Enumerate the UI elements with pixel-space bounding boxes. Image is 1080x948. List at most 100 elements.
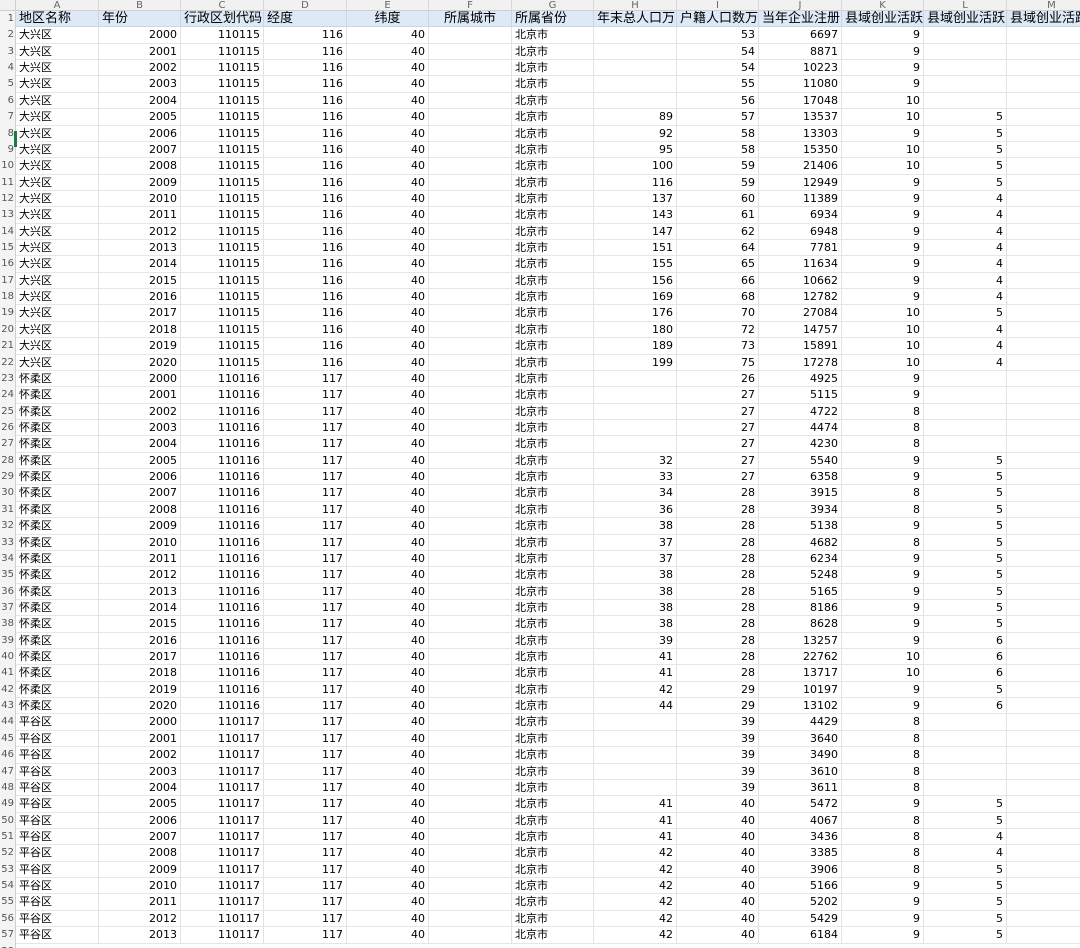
cell[interactable]: 117 — [264, 681, 347, 699]
cell[interactable] — [1007, 600, 1080, 617]
cell[interactable]: 110117 — [181, 927, 264, 944]
cell[interactable]: 27 — [677, 403, 759, 420]
cell[interactable]: 12782 — [759, 289, 842, 306]
row-header[interactable]: 35 — [0, 567, 16, 584]
cell[interactable]: 180 — [594, 321, 677, 339]
cell[interactable]: 北京市 — [512, 469, 594, 486]
cell[interactable] — [429, 272, 512, 290]
cell[interactable]: 9 — [842, 567, 924, 584]
cell[interactable]: 110117 — [181, 779, 264, 797]
cell[interactable]: 怀柔区 — [16, 550, 99, 568]
cell[interactable]: 大兴区 — [16, 60, 99, 77]
cell[interactable]: 110116 — [181, 681, 264, 699]
cell[interactable]: 116 — [264, 158, 347, 175]
cell[interactable]: 117 — [264, 403, 347, 420]
cell[interactable]: 北京市 — [512, 305, 594, 322]
cell[interactable]: 4925 — [759, 370, 842, 388]
cell[interactable]: 117 — [264, 796, 347, 813]
cell[interactable]: 27 — [677, 387, 759, 404]
cell[interactable]: 40 — [347, 27, 429, 44]
header-cell[interactable]: 当年企业注册 — [759, 11, 842, 28]
cell[interactable]: 北京市 — [512, 812, 594, 829]
cell[interactable]: 39 — [677, 730, 759, 748]
header-cell[interactable]: 行政区划代码 — [181, 11, 264, 28]
cell[interactable]: 40 — [347, 779, 429, 797]
cell[interactable]: 北京市 — [512, 43, 594, 61]
cell[interactable] — [924, 43, 1007, 61]
cell[interactable]: 2011 — [99, 207, 181, 224]
cell[interactable] — [1007, 273, 1080, 290]
cell[interactable] — [1007, 420, 1080, 437]
cell[interactable]: 2001 — [99, 730, 181, 748]
cell[interactable]: 15350 — [759, 141, 842, 159]
cell[interactable]: 9 — [842, 240, 924, 257]
cell[interactable]: 110116 — [181, 567, 264, 584]
cell[interactable] — [429, 403, 512, 420]
cell[interactable]: 3640 — [759, 730, 842, 748]
cell[interactable]: 5 — [924, 812, 1007, 829]
cell[interactable]: 9 — [842, 469, 924, 486]
cell[interactable]: 40 — [347, 599, 429, 617]
cell[interactable]: 117 — [264, 567, 347, 584]
cell[interactable]: 110116 — [181, 649, 264, 666]
header-cell[interactable]: 户籍人口数万 — [677, 11, 759, 28]
cell[interactable]: 110115 — [181, 190, 264, 208]
cell[interactable] — [429, 910, 512, 928]
cell[interactable] — [1007, 289, 1080, 306]
cell[interactable]: 9 — [842, 878, 924, 895]
row-header[interactable]: 58 — [0, 943, 16, 948]
cell[interactable] — [1007, 404, 1080, 420]
cell[interactable]: 大兴区 — [16, 321, 99, 339]
cell[interactable] — [594, 27, 677, 44]
row-header[interactable]: 28 — [0, 452, 16, 470]
cell[interactable]: 2015 — [99, 616, 181, 633]
cell[interactable]: 40 — [347, 698, 429, 715]
cell[interactable]: 110116 — [181, 632, 264, 650]
cell[interactable]: 110115 — [181, 289, 264, 306]
cell[interactable]: 大兴区 — [16, 92, 99, 110]
cell[interactable]: 北京市 — [512, 681, 594, 699]
cell[interactable]: 137 — [594, 190, 677, 208]
cell[interactable]: 28 — [677, 599, 759, 617]
row-header[interactable]: 21 — [0, 338, 16, 355]
cell[interactable]: 116 — [264, 354, 347, 371]
cell[interactable]: 40 — [347, 223, 429, 241]
cell[interactable]: 9 — [842, 599, 924, 617]
cell[interactable]: 40 — [347, 452, 429, 470]
cell[interactable]: 2009 — [99, 174, 181, 191]
cell[interactable]: 27084 — [759, 305, 842, 322]
cell[interactable]: 北京市 — [512, 109, 594, 126]
cell[interactable]: 40 — [347, 256, 429, 273]
cell[interactable]: 41 — [594, 665, 677, 682]
cell[interactable]: 北京市 — [512, 92, 594, 110]
cell[interactable]: 28 — [677, 534, 759, 551]
row-header[interactable]: 19 — [0, 305, 16, 322]
cell[interactable]: 9 — [842, 27, 924, 44]
cell[interactable]: 10 — [842, 649, 924, 666]
cell[interactable]: 2008 — [99, 158, 181, 175]
cell[interactable]: 28 — [677, 518, 759, 535]
cell[interactable]: 110117 — [181, 763, 264, 780]
cell[interactable]: 28 — [677, 583, 759, 600]
cell[interactable]: 40 — [347, 910, 429, 928]
cell[interactable]: 117 — [264, 763, 347, 780]
cell[interactable]: 117 — [264, 616, 347, 633]
cell[interactable]: 2004 — [99, 92, 181, 110]
header-cell[interactable]: 地区名称 — [16, 11, 99, 28]
cell[interactable]: 40 — [347, 616, 429, 633]
cell[interactable] — [924, 779, 1007, 797]
cell[interactable]: 5 — [924, 174, 1007, 191]
row-header[interactable]: 31 — [0, 501, 16, 519]
cell[interactable]: 平谷区 — [16, 763, 99, 780]
row-header[interactable]: 7 — [0, 109, 16, 126]
cell[interactable]: 大兴区 — [16, 289, 99, 306]
cell[interactable]: 北京市 — [512, 141, 594, 159]
header-cell[interactable]: 县域创业活跃 — [1007, 11, 1080, 28]
cell[interactable]: 9 — [842, 370, 924, 388]
cell[interactable]: 110115 — [181, 240, 264, 257]
cell[interactable]: 5 — [924, 878, 1007, 895]
spreadsheet-grid[interactable]: ABCDEFGHIJKLM 1 2 3 4 5 6 7 8 9 10 11 12 13 14 15 16 17 1… — [0, 0, 1080, 948]
cell[interactable]: 8 — [842, 730, 924, 748]
cell[interactable]: 4 — [924, 845, 1007, 862]
cell[interactable] — [1007, 845, 1080, 862]
